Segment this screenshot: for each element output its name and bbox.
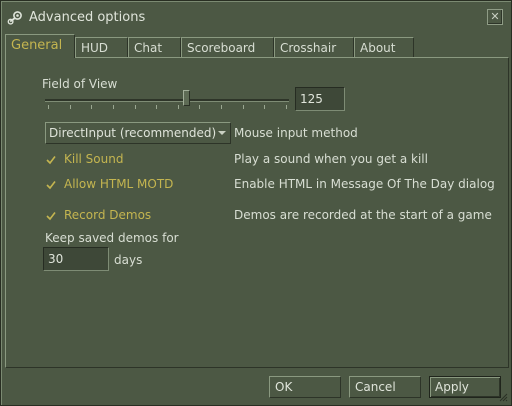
fov-value-field[interactable]: 125 bbox=[295, 87, 345, 111]
keep-demos-field[interactable]: 30 bbox=[43, 247, 109, 271]
mouse-input-selected: DirectInput (recommended) bbox=[49, 126, 217, 140]
checkmark-icon bbox=[46, 156, 56, 165]
title-bar[interactable]: Advanced options ✕ bbox=[1, 1, 511, 33]
close-button[interactable]: ✕ bbox=[487, 9, 503, 25]
tab-scoreboard[interactable]: Scoreboard bbox=[181, 37, 274, 57]
fov-slider-tick bbox=[264, 105, 266, 109]
window-title: Advanced options bbox=[29, 10, 146, 25]
fov-slider-track[interactable] bbox=[45, 99, 289, 102]
keep-demos-label: Keep saved demos for bbox=[45, 231, 179, 245]
tab-hud[interactable]: HUD bbox=[75, 37, 128, 57]
record-demos-description: Demos are recorded at the start of a gam… bbox=[234, 208, 492, 222]
fov-slider-tick bbox=[199, 105, 201, 109]
steam-icon bbox=[7, 10, 23, 26]
mouse-input-dropdown[interactable]: DirectInput (recommended) bbox=[45, 122, 231, 144]
fov-slider-tick bbox=[48, 105, 49, 109]
resize-grip-icon[interactable] bbox=[498, 392, 508, 402]
checkmark-icon bbox=[46, 181, 56, 190]
kill-sound-label[interactable]: Kill Sound bbox=[64, 152, 123, 166]
fov-slider-tick bbox=[221, 105, 223, 109]
fov-slider-tick bbox=[134, 105, 136, 109]
close-icon: ✕ bbox=[490, 10, 500, 23]
kill-sound-checkbox[interactable] bbox=[46, 155, 56, 165]
keep-demos-unit: days bbox=[114, 253, 143, 267]
fov-slider-tick bbox=[91, 105, 93, 109]
checkmark-icon bbox=[46, 212, 56, 221]
html-motd-label[interactable]: Allow HTML MOTD bbox=[64, 177, 173, 191]
record-demos-label[interactable]: Record Demos bbox=[64, 208, 151, 222]
mouse-input-label: Mouse input method bbox=[234, 126, 358, 140]
fov-slider-tick bbox=[112, 105, 114, 109]
chevron-down-icon bbox=[218, 131, 226, 135]
fov-slider-thumb[interactable] bbox=[182, 90, 190, 106]
tab-general[interactable]: General bbox=[5, 34, 75, 58]
fov-slider-tick bbox=[156, 105, 158, 109]
html-motd-description: Enable HTML in Message Of The Day dialog bbox=[234, 177, 495, 191]
fov-slider-tick bbox=[69, 105, 71, 109]
apply-button[interactable]: Apply bbox=[429, 376, 501, 398]
kill-sound-description: Play a sound when you get a kill bbox=[234, 152, 428, 166]
record-demos-checkbox[interactable] bbox=[46, 211, 56, 221]
fov-slider-tick bbox=[286, 105, 287, 109]
advanced-options-window: Advanced options ✕ General HUD Chat Scor… bbox=[0, 0, 512, 406]
fov-slider-tick bbox=[242, 105, 244, 109]
fov-slider-tick bbox=[177, 105, 179, 109]
tab-about[interactable]: About bbox=[354, 37, 414, 57]
fov-label: Field of View bbox=[42, 77, 118, 91]
html-motd-checkbox[interactable] bbox=[46, 180, 56, 190]
cancel-button[interactable]: Cancel bbox=[349, 376, 421, 398]
tab-crosshair[interactable]: Crosshair bbox=[274, 37, 354, 57]
ok-button[interactable]: OK bbox=[269, 376, 341, 398]
tab-chat[interactable]: Chat bbox=[128, 37, 181, 57]
